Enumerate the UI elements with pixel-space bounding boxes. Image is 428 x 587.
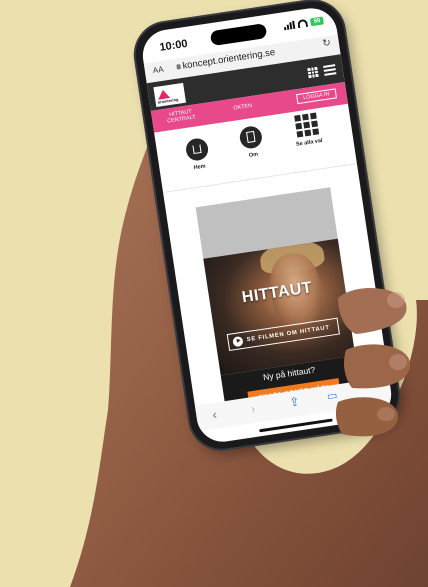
status-icons: 99 xyxy=(284,16,324,31)
reload-icon[interactable]: ↻ xyxy=(322,38,332,50)
smartphone: 10:00 99 AA koncept.orientering.se ↻ ori… xyxy=(131,0,403,454)
status-time: 10:00 xyxy=(158,37,189,54)
lock-icon xyxy=(176,64,181,70)
quick-link-label: Se alla val xyxy=(295,137,323,148)
signal-icon xyxy=(284,20,296,31)
site-logo[interactable]: orientering xyxy=(153,82,187,108)
play-icon xyxy=(232,335,244,347)
scene: 10:00 99 AA koncept.orientering.se ↻ ori… xyxy=(0,0,428,587)
home-icon xyxy=(184,137,210,163)
watch-video-label: SE FILMEN OM HITTAUT xyxy=(246,324,331,343)
quick-link-om[interactable]: Om xyxy=(229,124,273,162)
battery-icon: 99 xyxy=(310,16,324,27)
apps-grid-icon[interactable] xyxy=(307,66,319,79)
info-icon xyxy=(238,124,264,150)
quick-link-se-alla-val[interactable]: Se alla val xyxy=(285,111,329,149)
share-icon[interactable]: ⇪ xyxy=(288,394,300,409)
phone-screen: 10:00 99 AA koncept.orientering.se ↻ ori… xyxy=(139,4,395,446)
forward-arrow-icon[interactable]: › xyxy=(250,401,257,416)
grid-icon xyxy=(294,112,320,138)
quick-link-label: Om xyxy=(248,151,259,159)
wifi-icon xyxy=(297,18,309,29)
quick-link-label: Hem xyxy=(193,163,207,172)
back-arrow-icon[interactable]: ‹ xyxy=(211,407,218,422)
bookmarks-icon[interactable]: ▭ xyxy=(326,389,338,403)
hero-banner: HITTAUT SE FILMEN OM HITTAUT xyxy=(203,238,356,376)
nav-item-okten[interactable]: OKTEN xyxy=(233,103,253,112)
quick-link-hem[interactable]: Hem xyxy=(176,136,220,174)
text-size-button[interactable]: AA xyxy=(152,65,164,75)
nav-item-hittaut-centralt[interactable]: HITTAUT CENTRALT xyxy=(163,108,198,126)
login-button[interactable]: LOGGA IN xyxy=(295,88,338,105)
hamburger-menu-icon[interactable] xyxy=(323,64,337,76)
